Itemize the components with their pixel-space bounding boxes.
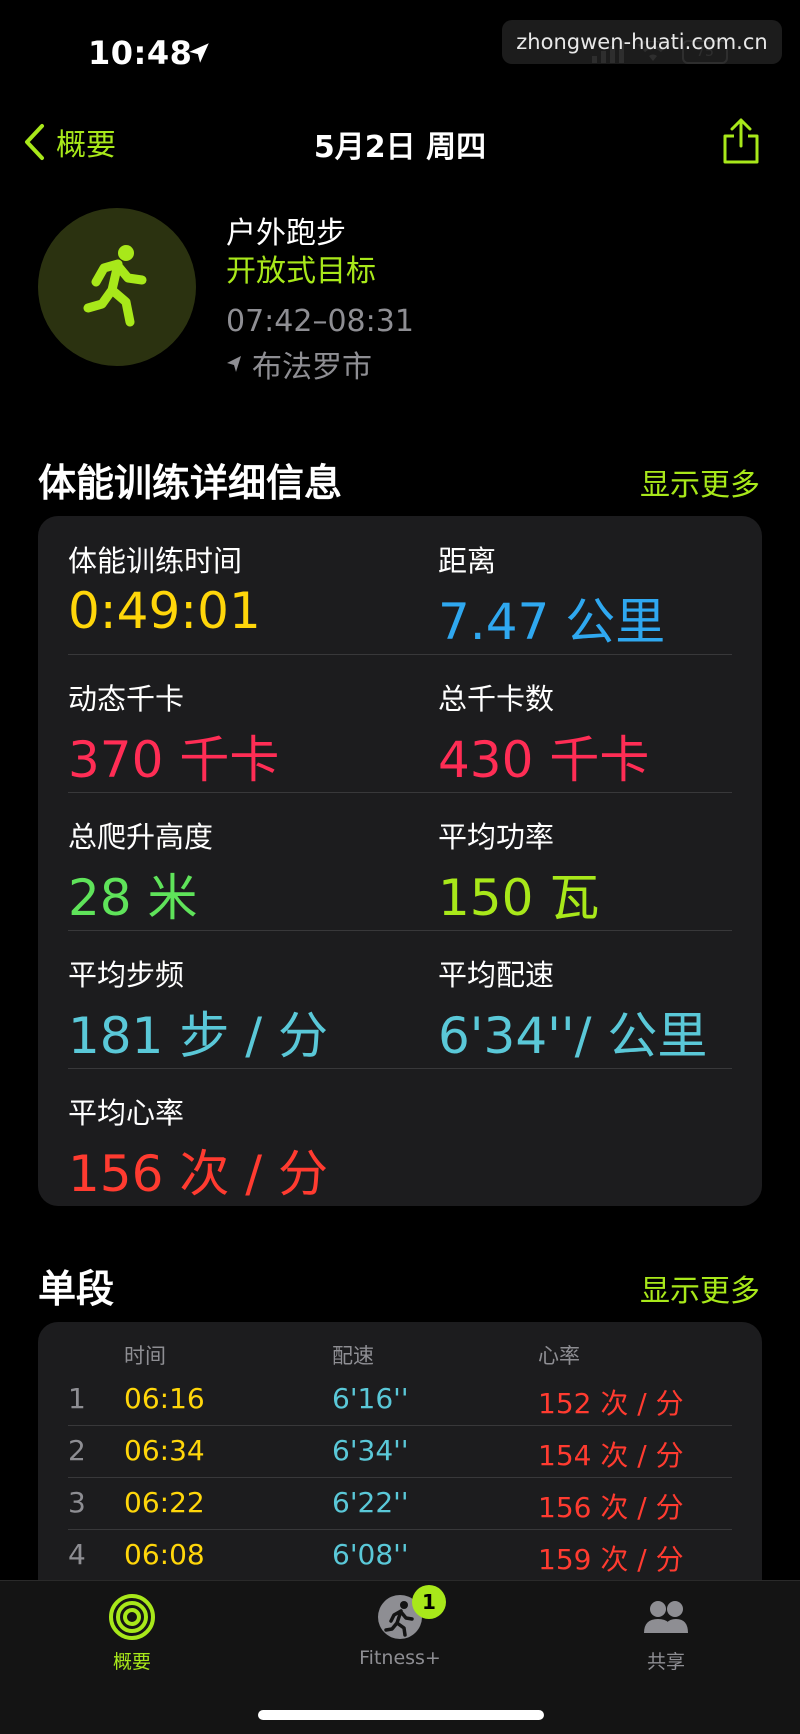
metric-label: 平均功率	[438, 820, 555, 854]
split-time: 06:34	[124, 1434, 205, 1467]
split-time: 06:16	[124, 1382, 205, 1415]
split-pace: 6'22''	[332, 1486, 409, 1519]
splits-header-time: 时间	[124, 1344, 166, 1368]
split-number: 1	[68, 1382, 86, 1415]
running-figure-icon	[83, 245, 147, 327]
metric-label: 体能训练时间	[68, 544, 243, 578]
workout-badge	[38, 208, 196, 366]
workout-details-card: 体能训练时间 0:49:01 距离 7.47 公里 动态千卡 370 千卡 总千…	[38, 516, 762, 1206]
split-row: 4 06:08 6'08'' 159 次 / 分	[38, 1530, 762, 1582]
metric-value: 28 米	[68, 869, 198, 927]
metric-label: 总爬升高度	[68, 820, 214, 854]
metric-average-cadence: 平均步频 181 步 / 分	[68, 952, 328, 1068]
metric-value: 370 千卡	[68, 731, 280, 789]
workout-location-text: 布法罗市	[252, 350, 372, 385]
split-heart-rate: 159 次 / 分	[538, 1543, 684, 1576]
split-number: 2	[68, 1434, 86, 1467]
metric-value: 6'34''/ 公里	[438, 1007, 708, 1065]
split-row: 1 06:16 6'16'' 152 次 / 分	[38, 1374, 762, 1426]
tab-label: 概要	[112, 1651, 151, 1673]
splits-header-pace: 配速	[332, 1344, 374, 1368]
status-bar: 10:48 75 zhongwen-huati.com.cn	[0, 0, 800, 100]
metric-elevation-gain: 总爬升高度 28 米	[68, 814, 213, 930]
workout-goal: 开放式目标	[226, 254, 376, 289]
tab-label: 共享	[646, 1651, 685, 1673]
split-pace: 6'34''	[332, 1434, 409, 1467]
splits-show-more-link[interactable]: 显示更多	[640, 1266, 760, 1310]
share-icon[interactable]	[720, 116, 762, 166]
split-pace: 6'08''	[332, 1538, 409, 1571]
divider	[68, 654, 732, 655]
split-row: 3 06:22 6'22'' 156 次 / 分	[38, 1478, 762, 1530]
location-arrow-icon	[189, 43, 209, 63]
notification-badge: 1	[412, 1585, 446, 1619]
workout-location: 布法罗市	[226, 342, 372, 386]
split-heart-rate: 152 次 / 分	[538, 1387, 684, 1420]
metric-active-calories: 动态千卡 370 千卡	[68, 676, 279, 792]
details-section-title: 体能训练详细信息	[38, 461, 343, 505]
metric-label: 平均步频	[68, 958, 185, 992]
home-indicator[interactable]	[258, 1710, 544, 1720]
splits-card: 时间 配速 心率 1 06:16 6'16'' 152 次 / 分 2 06:3…	[38, 1322, 762, 1592]
metric-value: 156 次 / 分	[68, 1145, 328, 1203]
watermark: zhongwen-huati.com.cn	[502, 20, 782, 64]
activity-rings-icon	[109, 1594, 155, 1640]
tab-sharing[interactable]: 共享	[586, 1593, 746, 1674]
metric-value: 7.47 公里	[438, 593, 666, 651]
metric-label: 距离	[438, 544, 497, 578]
location-arrow-icon	[227, 356, 241, 372]
splits-header-hr: 心率	[538, 1344, 580, 1368]
metric-average-power: 平均功率 150 瓦	[438, 814, 599, 930]
nav-bar: 概要 5月2日 周四	[0, 110, 800, 170]
split-number: 3	[68, 1486, 86, 1519]
people-icon	[644, 1601, 688, 1633]
page-title: 5月2日 周四	[313, 130, 487, 165]
divider	[68, 930, 732, 931]
metric-average-heart-rate: 平均心率 156 次 / 分	[68, 1090, 328, 1206]
split-row: 2 06:34 6'34'' 154 次 / 分	[38, 1426, 762, 1478]
metric-average-pace: 平均配速 6'34''/ 公里	[438, 952, 707, 1068]
metric-label: 平均配速	[438, 958, 555, 992]
workout-time-range: 07:42–08:31	[226, 304, 414, 339]
split-time: 06:08	[124, 1538, 205, 1571]
metric-distance: 距离 7.47 公里	[438, 538, 665, 654]
details-show-more-link[interactable]: 显示更多	[640, 460, 760, 504]
metric-workout-time: 体能训练时间 0:49:01	[68, 538, 261, 640]
status-time: 10:48	[88, 34, 193, 72]
tab-fitness-plus[interactable]: 1 Fitness+	[320, 1585, 480, 1669]
metric-value: 150 瓦	[438, 869, 600, 927]
tab-summary[interactable]: 概要	[52, 1593, 212, 1674]
metric-value: 181 步 / 分	[68, 1007, 328, 1065]
split-pace: 6'16''	[332, 1382, 409, 1415]
tab-label: Fitness+	[359, 1647, 441, 1669]
splits-section-title: 单段	[38, 1267, 115, 1311]
split-time: 06:22	[124, 1486, 205, 1519]
metric-total-calories: 总千卡数 430 千卡	[438, 676, 649, 792]
metric-value: 430 千卡	[438, 731, 650, 789]
metric-label: 平均心率	[68, 1096, 185, 1130]
split-heart-rate: 154 次 / 分	[538, 1439, 684, 1472]
divider	[68, 1068, 732, 1069]
split-heart-rate: 156 次 / 分	[538, 1491, 684, 1524]
split-number: 4	[68, 1538, 86, 1571]
divider	[68, 792, 732, 793]
metric-value: 0:49:01	[68, 582, 261, 640]
metric-label: 动态千卡	[68, 682, 185, 716]
metric-label: 总千卡数	[438, 682, 555, 716]
